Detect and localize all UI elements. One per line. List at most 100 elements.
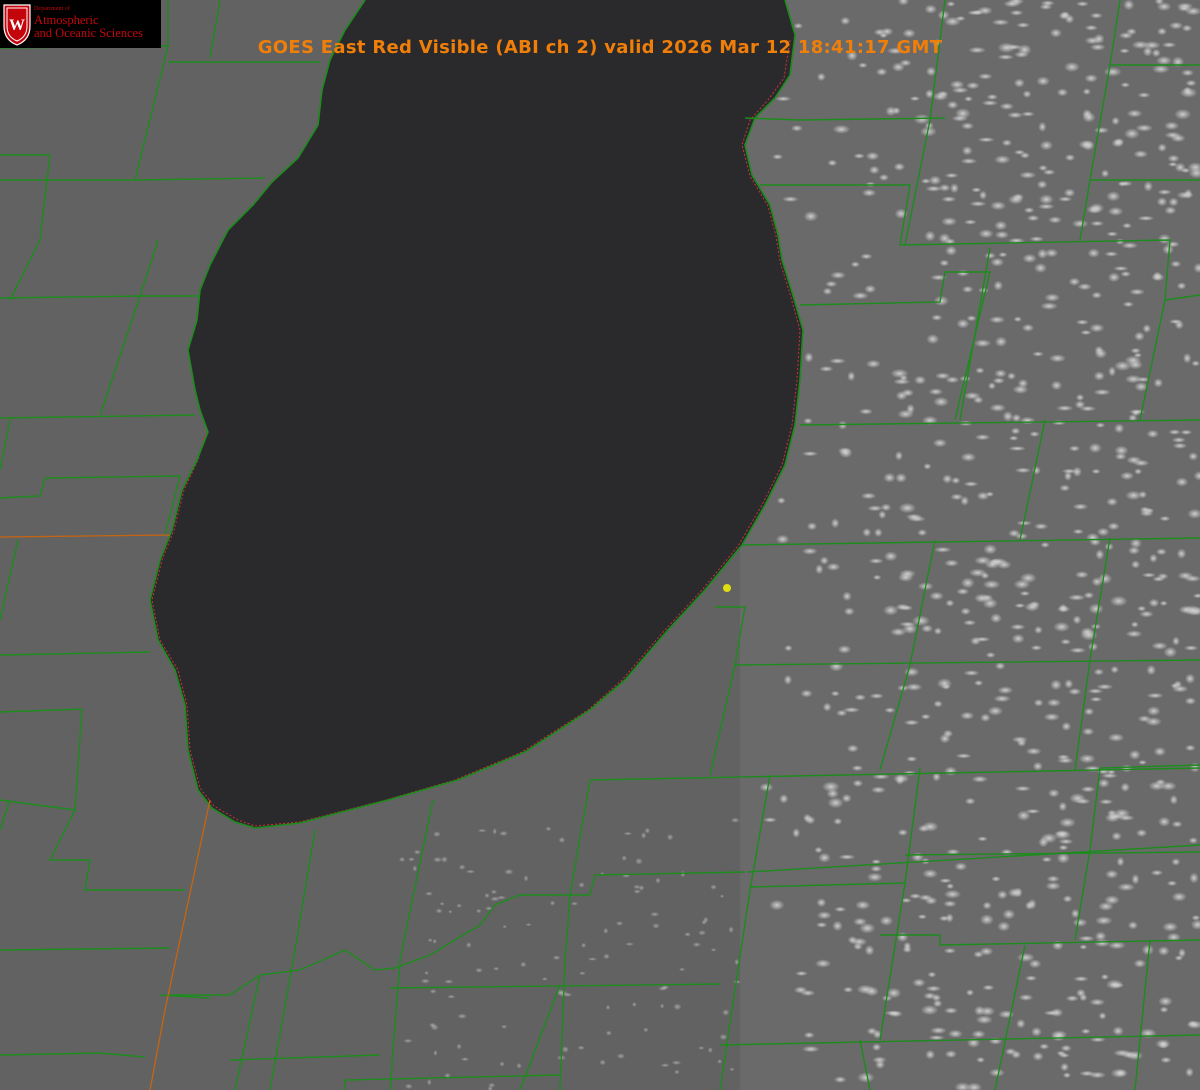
cloud-puff [599, 1059, 606, 1066]
cloud-puff [1143, 181, 1153, 192]
cloud-puff [433, 1049, 438, 1057]
cloud-puff [834, 906, 847, 912]
cloud-puff [457, 1013, 468, 1019]
cloud-puff [903, 719, 920, 726]
cloud-puff [1036, 180, 1048, 189]
cloud-puff [973, 950, 984, 958]
cloud-puff [1022, 253, 1037, 264]
cloud-puff [1044, 248, 1059, 258]
cloud-puff [1100, 973, 1109, 980]
cloud-puff [933, 546, 952, 553]
cloud-puff [587, 957, 598, 961]
cloud-puff [1139, 610, 1154, 618]
cloud-puff [870, 786, 887, 794]
cloud-puff [804, 352, 814, 363]
cloud-puff [894, 450, 904, 461]
cloud-puff [621, 855, 627, 861]
cloud-puff [460, 1057, 470, 1062]
cloud-puff [1036, 76, 1050, 86]
cloud-puff [939, 878, 952, 884]
cloud-puff [784, 644, 793, 652]
cloud-puff [1001, 139, 1013, 147]
cloud-puff [880, 503, 892, 512]
cloud-puff [985, 652, 996, 658]
cloud-puff [870, 865, 882, 872]
cloud-puff [1183, 645, 1199, 651]
cloud-puff [973, 680, 984, 686]
cloud-puff [803, 813, 812, 823]
cloud-puff [878, 510, 887, 520]
cloud-puff [964, 797, 976, 805]
cloud-puff [1047, 788, 1060, 798]
cloud-puff [424, 891, 434, 896]
cloud-puff [1039, 3, 1053, 10]
cloud-puff [944, 172, 959, 179]
cloud-puff [775, 534, 790, 544]
cloud-puff [1174, 108, 1192, 120]
cloud-puff [1160, 1056, 1172, 1064]
cloud-puff [905, 683, 923, 691]
cloud-puff [944, 766, 958, 776]
cloud-puff [625, 942, 635, 946]
cloud-puff [779, 793, 789, 804]
cloud-puff [1011, 1050, 1022, 1059]
cloud-puff [930, 1027, 947, 1034]
cloud-puff [819, 556, 829, 565]
cloud-puff [801, 451, 819, 457]
cloud-puff [1022, 90, 1032, 98]
cloud-puff [1162, 922, 1179, 932]
cloud-puff [980, 713, 991, 722]
cloud-puff [1090, 220, 1105, 227]
cloud-puff [945, 599, 955, 607]
cloud-puff [1172, 442, 1188, 449]
cloud-puff [1062, 895, 1073, 903]
cloud-puff [993, 695, 1011, 703]
cloud-puff [997, 921, 1011, 932]
cloud-puff [1075, 988, 1086, 998]
cloud-puff [981, 100, 999, 106]
cloud-puff [1025, 901, 1034, 910]
cloud-puff [960, 158, 978, 165]
cloud-puff [698, 1046, 705, 1050]
cloud-puff [1153, 746, 1167, 757]
cloud-puff [966, 81, 980, 90]
cloud-puff [1057, 754, 1070, 760]
cloud-puff [923, 992, 937, 1000]
cloud-puff [1131, 873, 1140, 885]
cloud-puff [1038, 164, 1048, 172]
cloud-puff [1153, 378, 1164, 388]
cloud-puff [1164, 206, 1177, 215]
cloud-puff [652, 923, 660, 929]
cloud-puff [1116, 856, 1125, 867]
cloud-puff [1064, 679, 1074, 689]
cloud-puff [1159, 1006, 1169, 1013]
cloud-puff [1108, 941, 1126, 950]
cloud-puff [928, 175, 942, 186]
cloud-puff [1016, 952, 1035, 963]
cloud-puff [853, 153, 866, 159]
cloud-puff [603, 953, 610, 960]
cloud-puff [429, 989, 437, 994]
cloud-puff [492, 828, 497, 835]
cloud-puff [864, 284, 877, 294]
cloud-puff [960, 577, 975, 589]
cloud-puff [635, 857, 643, 865]
cloud-puff [412, 865, 418, 872]
cloud-puff [792, 827, 801, 839]
cloud-puff [1157, 189, 1172, 195]
cloud-puff [1158, 996, 1173, 1007]
cloud-puff [428, 1022, 437, 1028]
cloud-puff [960, 607, 971, 616]
image-title: GOES East Red Visible (ABI ch 2) valid 2… [257, 37, 943, 58]
cloud-puff [1176, 2, 1194, 10]
cloud-puff [874, 528, 883, 538]
cloud-puff [909, 893, 922, 899]
cloud-puff [1098, 799, 1114, 805]
cloud-puff [1065, 995, 1079, 1002]
cloud-puff [1075, 319, 1089, 325]
cloud-puff [1101, 772, 1118, 779]
cloud-puff [933, 700, 943, 708]
cloud-puff [1050, 380, 1063, 391]
cloud-puff [1131, 560, 1141, 569]
cloud-puff [884, 1010, 902, 1016]
